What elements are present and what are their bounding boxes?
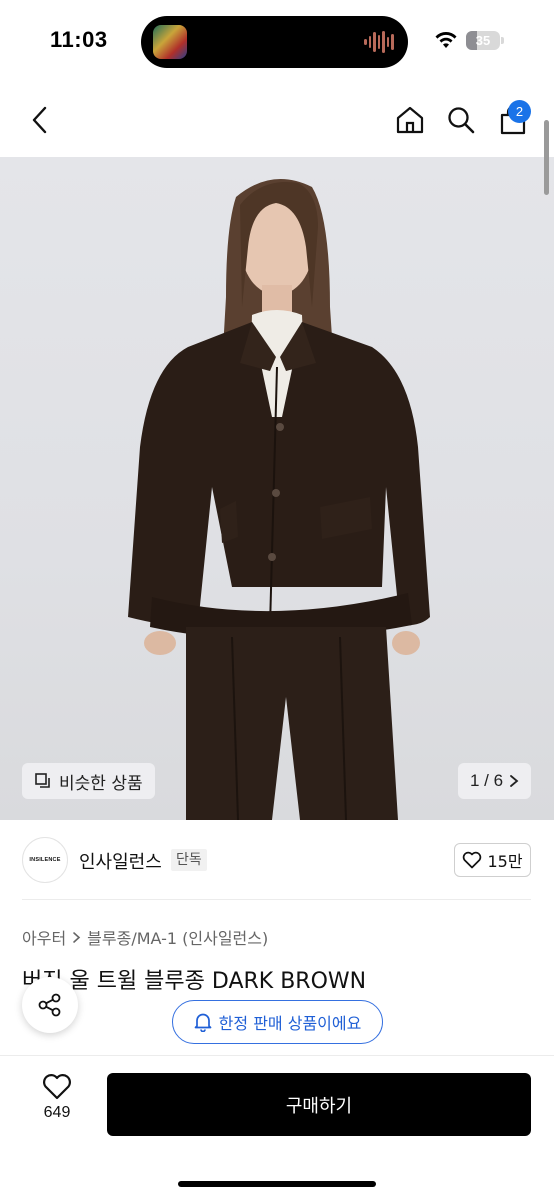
brand-like-button[interactable]: 15만: [454, 843, 531, 877]
scrollbar[interactable]: [544, 120, 549, 195]
wishlist-count: 649: [43, 1104, 71, 1121]
exclusive-badge: 단독: [171, 849, 207, 871]
copy-icon: [35, 773, 50, 788]
battery-tip: [501, 37, 504, 44]
breadcrumb-subcategory[interactable]: 블루종/MA-1 (인사일런스): [87, 925, 268, 949]
page-indicator-text: 1 / 6: [469, 771, 504, 790]
product-photo: [128, 179, 430, 820]
back-button[interactable]: [22, 102, 58, 138]
home-icon: [396, 106, 424, 134]
chevron-right-icon: [510, 775, 519, 787]
top-nav: [0, 90, 554, 154]
breadcrumb-category[interactable]: 아우터: [22, 925, 66, 949]
similar-products-button[interactable]: 비슷한 상품: [22, 763, 155, 799]
battery-level: 35: [475, 33, 491, 48]
product-image[interactable]: [0, 157, 554, 820]
brand-like-count: 15만: [487, 852, 523, 871]
limited-sale-label: 한정 판매 상품이에요: [218, 1014, 362, 1033]
bell-icon: [194, 1013, 212, 1032]
search-icon: [448, 107, 475, 134]
limited-sale-notice[interactable]: 한정 판매 상품이에요: [172, 1000, 383, 1044]
heart-icon: [43, 1074, 71, 1100]
image-page-indicator[interactable]: 1 / 6: [458, 763, 531, 799]
heart-icon: [463, 851, 482, 869]
divider: [22, 899, 531, 900]
wifi-icon: [435, 32, 457, 48]
battery-icon: 35: [466, 31, 500, 50]
brand-logo[interactable]: INSILENCE: [22, 837, 68, 883]
now-playing-artwork: [153, 25, 187, 59]
breadcrumb: 아우터 블루종/MA-1 (인사일런스): [22, 925, 268, 949]
cart-count-badge: 2: [508, 100, 531, 123]
audio-waveform-icon: [364, 30, 395, 54]
chevron-left-icon: [32, 106, 47, 134]
buy-button[interactable]: 구매하기: [107, 1073, 531, 1136]
brand-name[interactable]: 인사일런스: [79, 848, 162, 874]
home-indicator: [178, 1181, 376, 1187]
wishlist-button[interactable]: 649: [30, 1073, 84, 1133]
share-icon: [38, 993, 61, 1017]
home-button[interactable]: [390, 100, 430, 140]
share-button[interactable]: [22, 977, 78, 1033]
status-bar: 11:03 35: [0, 0, 554, 80]
dynamic-island: [141, 16, 408, 68]
search-button[interactable]: [441, 100, 481, 140]
status-time: 11:03: [50, 27, 108, 52]
similar-products-label: 비슷한 상품: [59, 773, 143, 794]
chevron-right-icon: [73, 931, 81, 943]
